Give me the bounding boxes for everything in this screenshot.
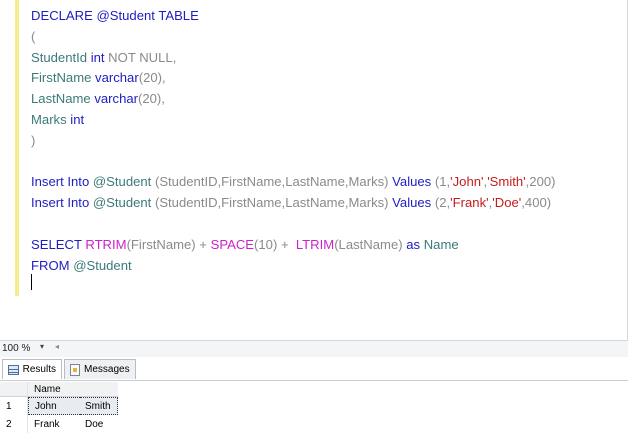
code-token: @Student [92,195,155,211]
code-token: Values [392,174,435,190]
code-token: (20), [138,91,165,107]
code-token: NOT NULL, [108,49,177,65]
code-token: ( [31,28,36,44]
code-line[interactable]: Insert Into @Student (StudentID,FirstNam… [31,193,556,214]
code-line[interactable]: Marks int [31,110,556,131]
code-token: (10) + [254,236,296,252]
code-token: varchar [95,70,139,86]
code-token: RTRIM [85,236,127,252]
code-token: (2, [434,195,451,211]
code-line[interactable]: Insert Into @Student (StudentID,FirstNam… [31,172,556,193]
code-token: Marks [31,111,71,127]
results-tab-strip: Results Messages [0,357,628,381]
zoom-bar: 100 % ▾ ◂ [0,340,628,357]
column-header-name[interactable]: Name [28,382,118,397]
scroll-left-icon[interactable]: ◂ [55,342,59,351]
code-token: varchar [94,91,138,107]
code-token: LastName [31,91,95,107]
code-token: FirstName [31,70,96,86]
row-number[interactable]: 1 [0,397,28,415]
code-token: 'Smith' [487,174,526,190]
code-token: as [406,236,424,252]
row-number[interactable]: 2 [0,415,28,433]
code-token: 'Doe' [492,195,522,211]
code-token: (StudentID,FirstName,LastName,Marks) [154,195,393,211]
code-token: @Student [92,174,155,190]
name-cell-last[interactable]: Smith [80,397,118,415]
code-token: Name [423,236,459,252]
code-token: (20), [138,70,166,86]
zoom-dropdown-icon[interactable]: ▾ [40,342,44,351]
code-token: ,400) [521,195,552,211]
code-line[interactable]: ( [31,27,556,48]
code-token: int [90,49,109,65]
code-token: Insert Into [31,174,93,190]
code-line[interactable]: ) [31,131,556,152]
name-cell-last[interactable]: Doe [80,415,118,433]
code-line[interactable]: StudentId int NOT NULL, [31,48,556,69]
code-token: StudentId [31,49,91,65]
code-token: FROM [31,257,74,273]
name-cell-first[interactable]: Frank [28,415,80,433]
text-cursor [31,274,32,290]
changed-lines-indicator [15,0,19,296]
code-token: int [70,111,85,127]
code-line[interactable] [31,214,556,235]
tab-messages[interactable]: Messages [64,359,136,379]
code-token: SELECT [31,236,86,252]
row-header-corner[interactable] [0,382,28,397]
code-token: 'John' [450,174,484,190]
code-token: Insert Into [31,195,93,211]
sql-code[interactable]: DECLARE @Student TABLE ( StudentId int NOT… [31,6,556,276]
code-line[interactable]: SELECT RTRIM(FirstName) + SPACE(10) + LT… [31,235,556,256]
code-token: @Student [73,257,132,273]
code-line[interactable]: DECLARE @Student TABLE [31,6,556,27]
code-token: (FirstName) + [126,236,211,252]
zoom-level[interactable]: 100 % [2,343,30,354]
name-cell-first[interactable]: John [28,397,80,415]
tab-results[interactable]: Results [2,359,62,379]
tab-messages-label: Messages [84,364,130,375]
code-token: LTRIM [295,236,335,252]
messages-icon [70,363,80,376]
code-token: SPACE [210,236,255,252]
code-line[interactable]: LastName varchar(20), [31,89,556,110]
code-line[interactable]: FROM @Student [31,256,556,277]
results-grid-icon [8,364,19,375]
code-line[interactable] [31,152,556,173]
code-token: DECLARE @Student TABLE [31,8,199,23]
code-line[interactable]: FirstName varchar(20), [31,68,556,89]
code-token: ,200) [525,174,556,190]
code-token: (StudentID,FirstName,LastName,Marks) [154,174,393,190]
code-token: (1, [434,174,451,190]
code-token: Values [392,195,435,211]
code-token: ) [31,132,36,148]
tab-results-label: Results [22,364,56,375]
code-token: 'Frank' [450,195,489,211]
query-editor[interactable]: DECLARE @Student TABLE ( StudentId int NOT… [0,0,628,340]
code-token: (LastName) [334,236,407,252]
